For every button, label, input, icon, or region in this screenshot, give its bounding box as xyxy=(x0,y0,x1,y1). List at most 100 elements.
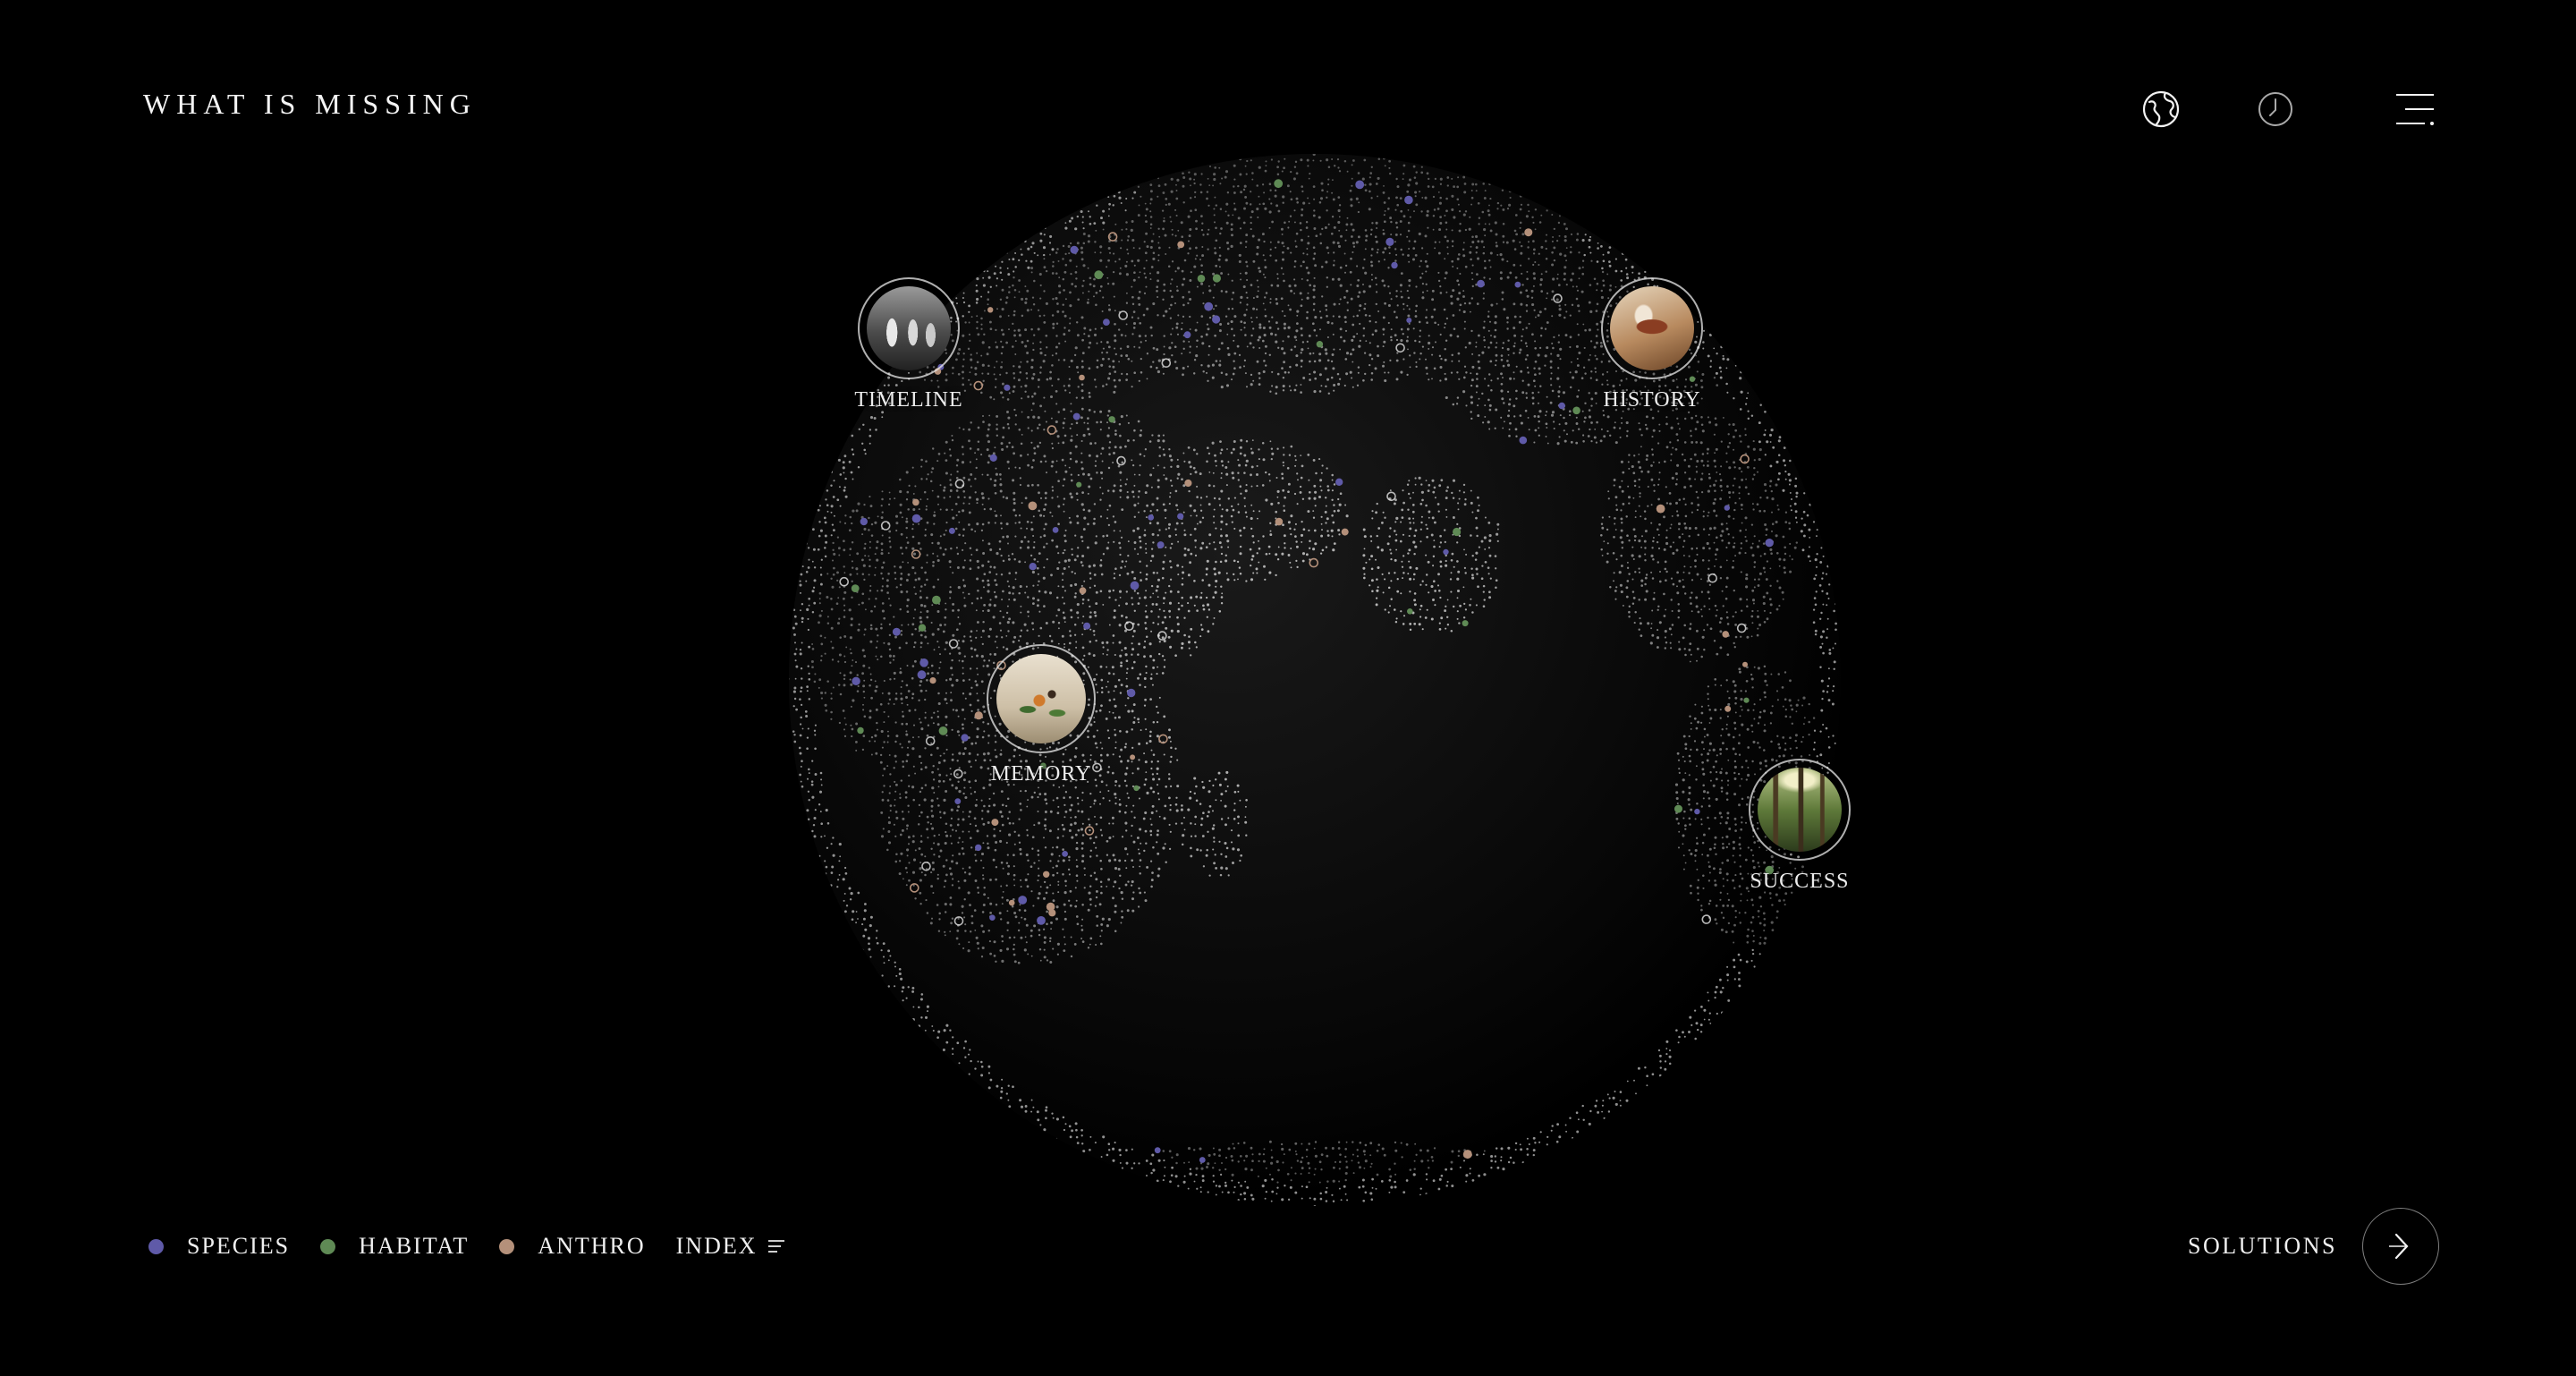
land-dot xyxy=(1218,497,1221,500)
land-dot xyxy=(1506,360,1509,362)
land-dot xyxy=(1231,234,1233,237)
land-dot xyxy=(1014,514,1018,517)
land-dot xyxy=(1114,260,1117,263)
land-dot xyxy=(1463,191,1467,194)
land-dot xyxy=(1331,489,1334,492)
land-dot xyxy=(1220,546,1223,548)
land-dot xyxy=(1700,490,1704,494)
land-dot xyxy=(1133,191,1137,194)
land-dot xyxy=(1256,473,1258,476)
land-dot xyxy=(1519,208,1522,211)
land-dot xyxy=(1080,535,1083,539)
land-dot xyxy=(1137,502,1140,505)
land-dot xyxy=(1657,533,1660,536)
land-dot xyxy=(1394,334,1397,337)
land-dot xyxy=(1658,522,1661,526)
globe-canvas[interactable] xyxy=(0,0,2576,1376)
land-dot xyxy=(1008,572,1011,574)
land-dot xyxy=(1062,427,1064,429)
land-dot xyxy=(1532,221,1535,224)
land-dot xyxy=(1395,177,1398,181)
land-dot xyxy=(1119,484,1123,488)
land-dot xyxy=(976,559,979,563)
land-dot xyxy=(1192,466,1196,470)
land-dot xyxy=(1125,273,1129,276)
land-dot xyxy=(980,492,984,496)
land-dot xyxy=(1082,279,1085,282)
land-dot xyxy=(1519,221,1522,225)
land-dot xyxy=(1018,429,1021,431)
land-dot xyxy=(1168,609,1171,613)
land-dot xyxy=(1471,241,1475,244)
land-dot xyxy=(1444,235,1447,239)
land-dot xyxy=(1008,328,1010,331)
land-dot xyxy=(1237,479,1240,481)
land-dot xyxy=(1557,221,1561,225)
land-dot xyxy=(1256,252,1259,256)
land-dot xyxy=(1419,540,1422,543)
land-dot xyxy=(1074,445,1078,448)
land-dot xyxy=(1769,603,1773,607)
land-dot xyxy=(1426,214,1429,217)
land-dot xyxy=(1187,302,1190,305)
land-dot xyxy=(1601,267,1604,270)
land-dot xyxy=(1013,296,1016,299)
land-dot xyxy=(1220,596,1224,599)
land-dot xyxy=(1124,264,1128,268)
land-dot xyxy=(1434,247,1436,250)
land-dot xyxy=(1132,496,1135,498)
land-dot xyxy=(1519,348,1522,352)
land-dot xyxy=(962,565,965,569)
land-dot xyxy=(1782,598,1784,600)
land-dot xyxy=(1262,202,1266,206)
land-dot xyxy=(1130,228,1133,232)
land-dot xyxy=(1181,322,1183,325)
land-dot xyxy=(1093,333,1097,336)
land-dot xyxy=(1651,609,1654,612)
land-dot xyxy=(1233,339,1235,342)
land-dot xyxy=(1389,548,1392,551)
land-dot xyxy=(1292,177,1296,181)
land-dot xyxy=(833,514,835,517)
land-dot xyxy=(1618,427,1622,429)
land-dot xyxy=(1488,277,1491,280)
land-dot xyxy=(919,548,922,550)
land-dot xyxy=(1139,434,1142,437)
land-dot xyxy=(1220,342,1224,344)
land-dot xyxy=(1270,457,1273,461)
land-dot xyxy=(1301,334,1303,337)
land-dot xyxy=(970,602,974,605)
land-dot xyxy=(1051,442,1054,445)
land-dot xyxy=(1388,166,1391,169)
land-dot xyxy=(1170,333,1173,336)
land-dot xyxy=(1038,309,1040,311)
land-dot xyxy=(1205,333,1208,336)
land-dot xyxy=(1565,247,1568,250)
land-dot xyxy=(1020,527,1022,530)
land-dot xyxy=(962,428,965,430)
land-dot xyxy=(954,527,958,531)
land-dot xyxy=(1601,526,1605,530)
land-dot xyxy=(1546,209,1548,212)
land-dot xyxy=(1487,373,1491,376)
land-dot xyxy=(1771,497,1775,501)
land-dot xyxy=(1708,476,1711,480)
land-dot xyxy=(881,534,884,537)
land-dot xyxy=(1445,228,1448,231)
land-dot xyxy=(1414,254,1418,257)
land-dot xyxy=(1307,292,1309,294)
land-dot xyxy=(1127,235,1131,238)
land-dot xyxy=(1640,579,1644,582)
land-dot xyxy=(1343,252,1346,255)
land-dot xyxy=(974,477,977,480)
land-dot xyxy=(1264,364,1267,367)
land-dot xyxy=(900,532,903,536)
land-dot xyxy=(1224,534,1228,538)
land-dot xyxy=(1590,421,1593,424)
land-dot xyxy=(1102,603,1105,606)
land-dot xyxy=(1014,414,1018,417)
land-dot xyxy=(1155,366,1158,369)
land-dot xyxy=(1519,291,1522,294)
land-dot xyxy=(1258,238,1261,242)
land-dot xyxy=(1764,429,1767,431)
